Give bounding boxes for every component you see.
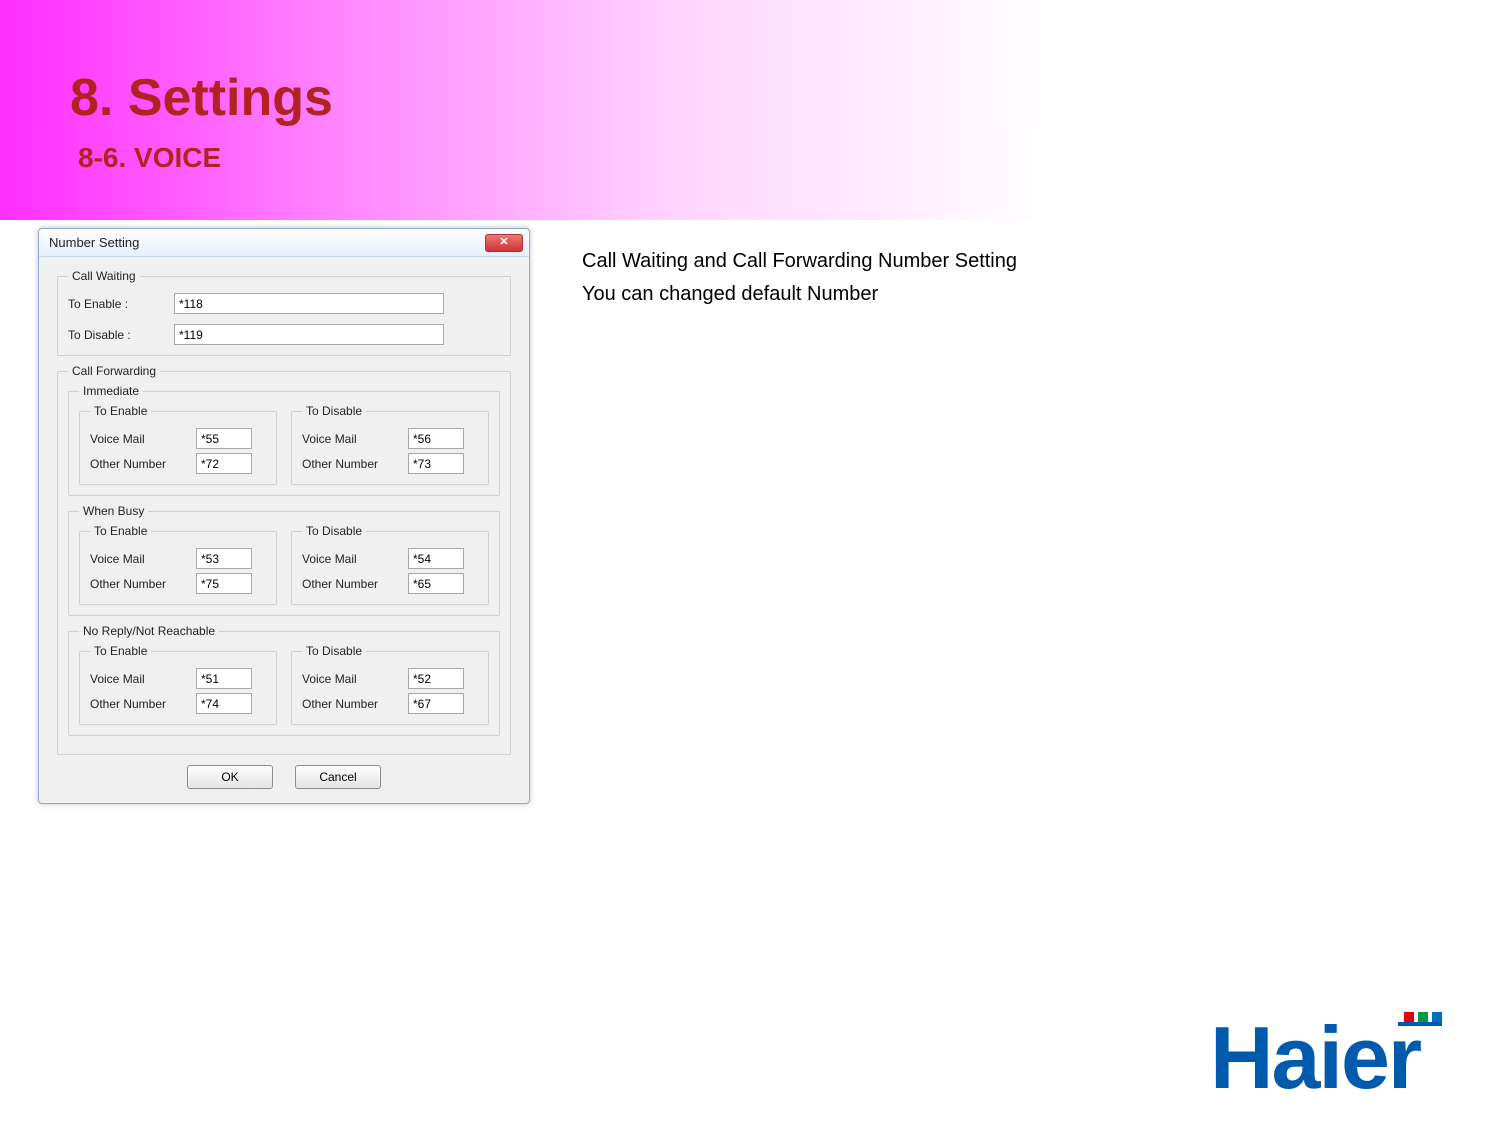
cf-busy-en-on-label: Other Number	[90, 577, 186, 591]
close-icon[interactable]: ✕	[485, 234, 523, 252]
cf-nr-dis-on-input[interactable]	[408, 693, 464, 714]
cf-imm-dis-on-label: Other Number	[302, 457, 398, 471]
number-setting-dialog: Number Setting ✕ Call Waiting To Enable …	[38, 228, 530, 804]
haier-logo: Haier	[1210, 1010, 1500, 1100]
cf-immediate-group: Immediate To Enable Voice Mail Other Num…	[68, 384, 500, 496]
cw-disable-input[interactable]	[174, 324, 444, 345]
cf-noreply-legend: No Reply/Not Reachable	[79, 624, 219, 638]
cf-busy-dis-vm-label: Voice Mail	[302, 552, 398, 566]
cf-busy-en-on-input[interactable]	[196, 573, 252, 594]
cf-noreply-group: No Reply/Not Reachable To Enable Voice M…	[68, 624, 500, 736]
ok-button[interactable]: OK	[187, 765, 273, 789]
cf-nr-dis-vm-input[interactable]	[408, 668, 464, 689]
dialog-body: Call Waiting To Enable : To Disable : Ca…	[39, 257, 529, 803]
cw-enable-label: To Enable :	[68, 297, 164, 311]
cf-imm-en-vm-label: Voice Mail	[90, 432, 186, 446]
cf-busy-group: When Busy To Enable Voice Mail Other Num…	[68, 504, 500, 616]
cf-imm-en-on-label: Other Number	[90, 457, 186, 471]
cf-nr-dis-vm-label: Voice Mail	[302, 672, 398, 686]
cf-nr-en-on-label: Other Number	[90, 697, 186, 711]
slide-root: 8. Settings 8-6. VOICE Number Setting ✕ …	[0, 0, 1500, 1122]
cf-immediate-disable-legend: To Disable	[302, 404, 366, 418]
call-waiting-group: Call Waiting To Enable : To Disable :	[57, 269, 511, 356]
cw-disable-label: To Disable :	[68, 328, 164, 342]
cf-imm-dis-vm-label: Voice Mail	[302, 432, 398, 446]
cf-nr-dis-on-label: Other Number	[302, 697, 398, 711]
cf-nr-en-vm-label: Voice Mail	[90, 672, 186, 686]
cf-nr-en-vm-input[interactable]	[196, 668, 252, 689]
cf-busy-disable: To Disable Voice Mail Other Number	[291, 524, 489, 605]
call-waiting-legend: Call Waiting	[68, 269, 140, 283]
cf-noreply-disable: To Disable Voice Mail Other Number	[291, 644, 489, 725]
cf-busy-disable-legend: To Disable	[302, 524, 366, 538]
cw-enable-input[interactable]	[174, 293, 444, 314]
cf-busy-dis-vm-input[interactable]	[408, 548, 464, 569]
cf-immediate-enable-legend: To Enable	[90, 404, 151, 418]
side-description: Call Waiting and Call Forwarding Number …	[582, 250, 1017, 316]
cf-busy-dis-on-input[interactable]	[408, 573, 464, 594]
cf-nr-en-on-input[interactable]	[196, 693, 252, 714]
cf-busy-en-vm-label: Voice Mail	[90, 552, 186, 566]
cf-busy-dis-on-label: Other Number	[302, 577, 398, 591]
call-forwarding-group: Call Forwarding Immediate To Enable Voic…	[57, 364, 511, 755]
cf-imm-en-on-input[interactable]	[196, 453, 252, 474]
cf-noreply-disable-legend: To Disable	[302, 644, 366, 658]
cf-imm-en-vm-input[interactable]	[196, 428, 252, 449]
page-title: 8. Settings	[70, 68, 1500, 128]
cf-immediate-disable: To Disable Voice Mail Other Number	[291, 404, 489, 485]
cancel-button[interactable]: Cancel	[295, 765, 381, 789]
dialog-title: Number Setting	[49, 235, 139, 250]
cf-busy-enable-legend: To Enable	[90, 524, 151, 538]
call-forwarding-legend: Call Forwarding	[68, 364, 160, 378]
cf-noreply-enable-legend: To Enable	[90, 644, 151, 658]
cf-busy-en-vm-input[interactable]	[196, 548, 252, 569]
cf-noreply-enable: To Enable Voice Mail Other Number	[79, 644, 277, 725]
cf-immediate-legend: Immediate	[79, 384, 143, 398]
logo-dot-blue-icon	[1432, 1012, 1442, 1022]
dialog-titlebar: Number Setting ✕	[39, 229, 529, 257]
side-line-2: You can changed default Number	[582, 283, 1017, 306]
cf-imm-dis-vm-input[interactable]	[408, 428, 464, 449]
logo-dot-red-icon	[1404, 1012, 1414, 1022]
logo-dot-green-icon	[1418, 1012, 1428, 1022]
cf-busy-legend: When Busy	[79, 504, 148, 518]
page-subtitle: 8-6. VOICE	[78, 142, 1500, 174]
side-line-1: Call Waiting and Call Forwarding Number …	[582, 250, 1017, 273]
slide-header-band: 8. Settings 8-6. VOICE	[0, 0, 1500, 220]
cf-busy-enable: To Enable Voice Mail Other Number	[79, 524, 277, 605]
logo-text: Haier	[1210, 1010, 1421, 1100]
cf-imm-dis-on-input[interactable]	[408, 453, 464, 474]
cf-immediate-enable: To Enable Voice Mail Other Number	[79, 404, 277, 485]
